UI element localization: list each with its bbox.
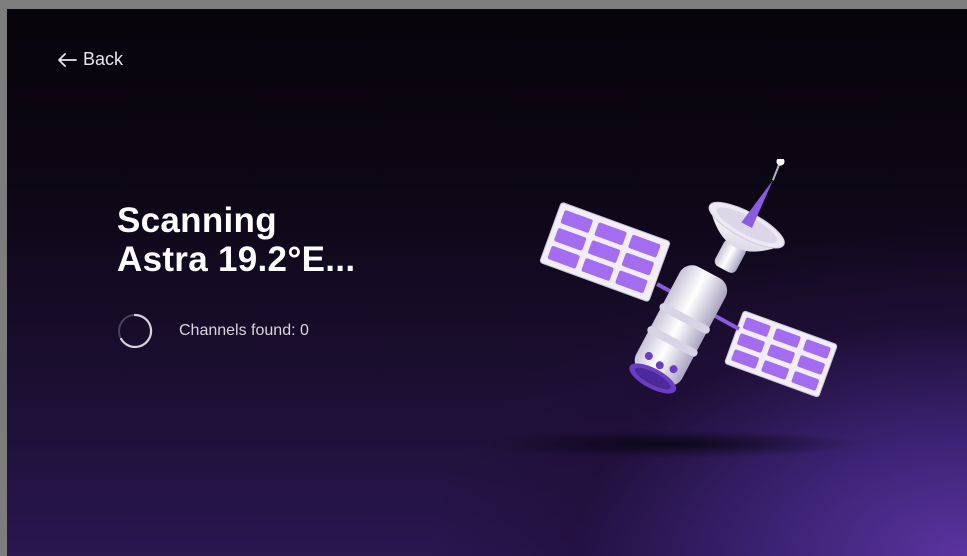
back-button[interactable]: Back — [57, 49, 123, 70]
title-line-2: Astra 19.2°E... — [117, 240, 356, 279]
solar-panel-right — [724, 310, 838, 398]
loading-spinner-icon — [118, 313, 153, 349]
satellite-dish — [708, 159, 785, 273]
solar-panel-left — [539, 202, 671, 302]
arrow-left-icon — [58, 52, 77, 67]
satellite-shadow — [482, 430, 857, 458]
window-frame: Back Scanning Astra 19.2°E... Channels f… — [0, 0, 967, 556]
scan-screen: Back Scanning Astra 19.2°E... Channels f… — [7, 9, 967, 556]
back-label: Back — [83, 49, 124, 69]
channels-found-label: Channels found: 0 — [179, 322, 309, 339]
page-title: Scanning Astra 19.2°E... — [117, 201, 355, 279]
satellite-illustration — [482, 159, 857, 458]
scan-status: Channels found: 0 — [115, 311, 309, 351]
title-line-1: Scanning — [117, 201, 277, 240]
